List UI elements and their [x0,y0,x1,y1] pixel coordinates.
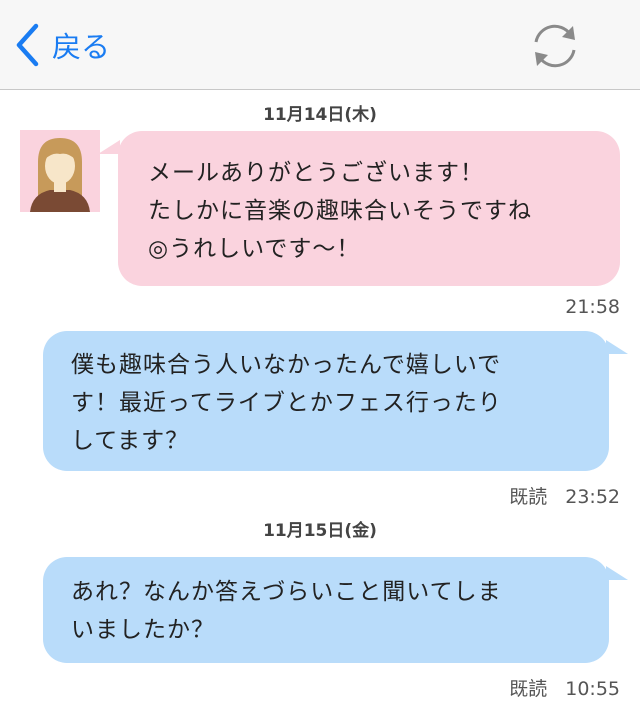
message-text-line: してます？ [71,428,190,454]
message-time: 23:52 [565,486,620,508]
message-text-line: いましたか？ [71,617,215,643]
message-bubble-outgoing[interactable]: あれ？なんか答えづらいこと聞いてしま いましたか？ [43,557,609,663]
message-text-line: メールありがとうございます！ [148,160,484,186]
message-time: 21:58 [565,296,620,318]
bubble-tail [606,566,628,580]
message-text-line: 僕も趣味合う人いなかったんで嬉しいで [71,352,502,378]
message-meta: 21:58 [565,296,620,318]
message-time: 10:55 [565,678,620,700]
chevron-left-icon [14,23,40,67]
navigation-bar: 戻る [0,0,640,90]
refresh-icon [527,24,583,76]
message-meta: 既読 10:55 [509,674,620,701]
avatar[interactable] [20,130,100,212]
message-bubble-incoming[interactable]: メールありがとうございます！ たしかに音楽の趣味合いそうですね ◎うれしいです〜… [118,131,620,286]
message-text-line: ◎うれしいです〜！ [148,236,361,262]
message-meta: 既読 23:52 [509,482,620,509]
back-button[interactable]: 戻る [14,22,110,68]
date-separator: 11月15日(金) [263,521,377,541]
message-bubble-outgoing[interactable]: 僕も趣味合う人いなかったんで嬉しいで す！最近ってライブとかフェス行ったり して… [43,331,609,471]
read-receipt: 既読 [509,678,548,700]
refresh-button[interactable] [527,20,583,72]
bubble-tail [606,340,628,354]
date-separator: 11月14日(木) [263,105,377,125]
message-text-line: す！最近ってライブとかフェス行ったり [71,390,502,416]
message-text-line: あれ？なんか答えづらいこと聞いてしま [71,579,502,605]
read-receipt: 既読 [509,486,548,508]
message-text-line: たしかに音楽の趣味合いそうですね [148,198,532,224]
back-label: 戻る [52,30,111,64]
bubble-tail [98,140,120,154]
